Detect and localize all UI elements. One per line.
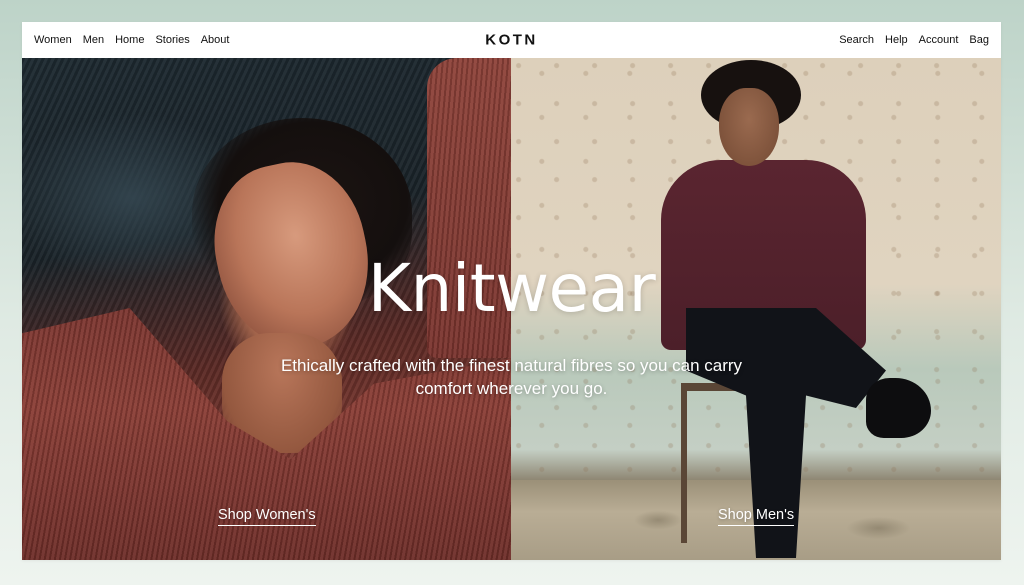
nav-account-link[interactable]: Account	[919, 34, 959, 46]
mens-hero-image[interactable]	[511, 58, 1001, 560]
nav-bag-link[interactable]: Bag	[969, 34, 989, 46]
nav-help-link[interactable]: Help	[885, 34, 908, 46]
primary-nav: Women Men Home Stories About	[34, 34, 229, 46]
shop-mens-link[interactable]: Shop Men's	[718, 507, 795, 526]
model-face	[719, 88, 779, 166]
nav-stories-link[interactable]: Stories	[155, 34, 189, 46]
shop-womens-link[interactable]: Shop Women's	[218, 507, 316, 526]
nav-women-link[interactable]: Women	[34, 34, 72, 46]
nav-men-link[interactable]: Men	[83, 34, 104, 46]
raised-arm	[427, 58, 511, 358]
womens-hero-image[interactable]	[22, 58, 511, 560]
utility-nav: Search Help Account Bag	[839, 34, 989, 46]
top-nav: Women Men Home Stories About KOTN Search…	[22, 22, 1001, 58]
nav-about-link[interactable]: About	[201, 34, 230, 46]
nav-search-link[interactable]: Search	[839, 34, 874, 46]
nav-home-link[interactable]: Home	[115, 34, 144, 46]
hero-banner: Knitwear Ethically crafted with the fine…	[22, 58, 1001, 560]
brand-logo[interactable]: KOTN	[485, 32, 538, 49]
browser-viewport: Women Men Home Stories About KOTN Search…	[22, 22, 1001, 560]
model-shoe	[866, 378, 931, 438]
